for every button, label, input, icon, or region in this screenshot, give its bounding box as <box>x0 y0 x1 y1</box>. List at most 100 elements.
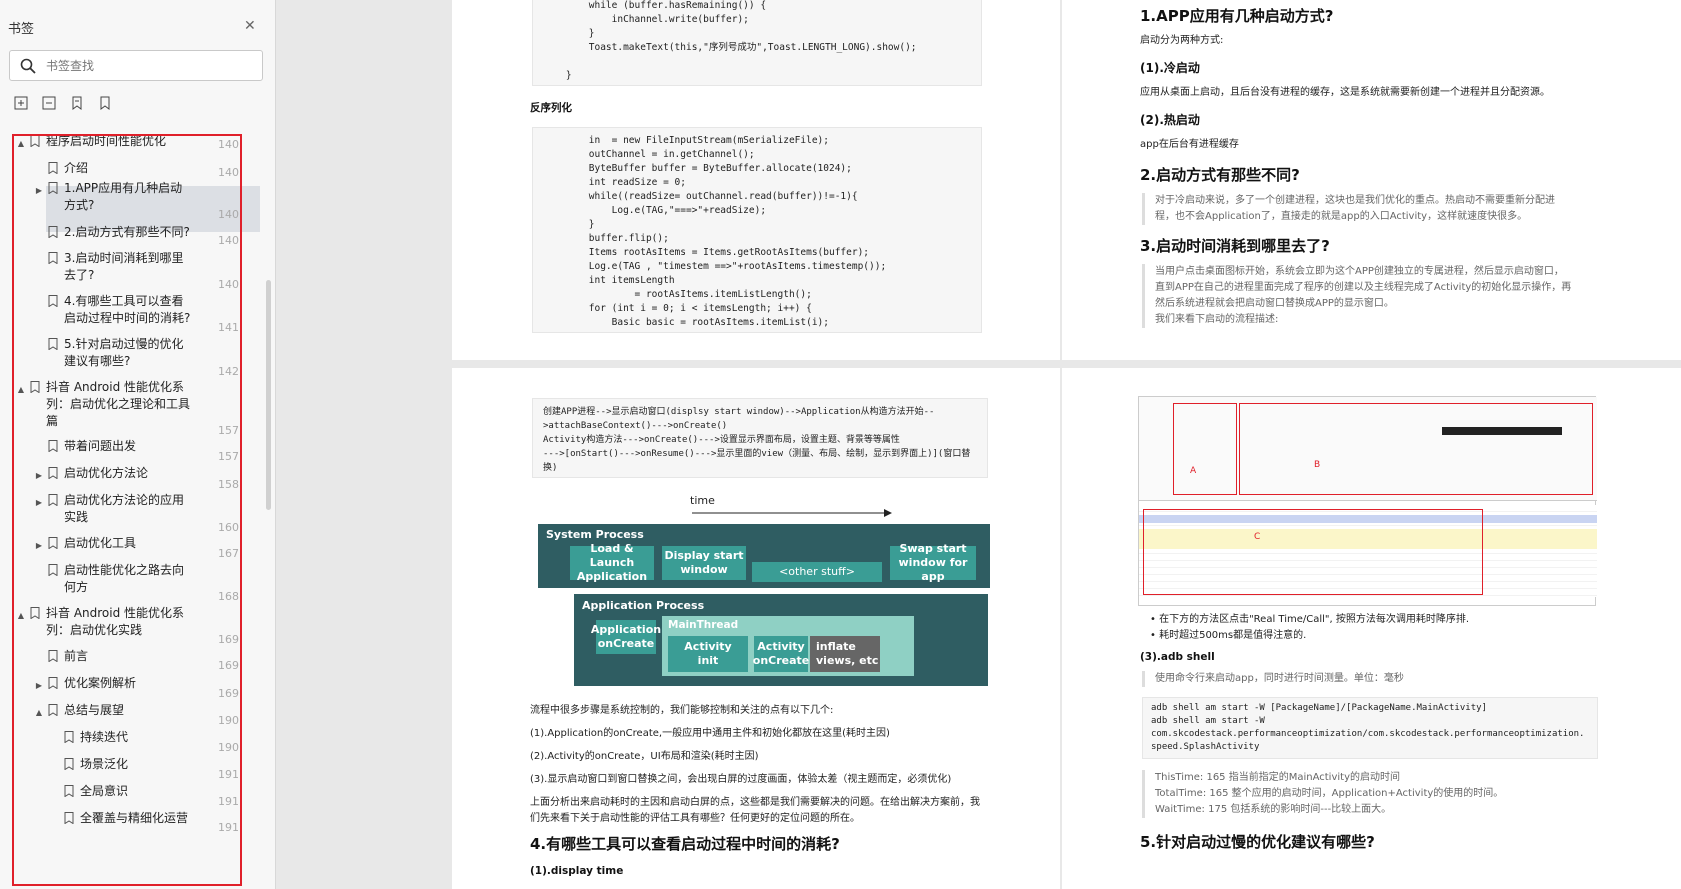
bookmark-item-label: 启动优化工具 <box>64 536 137 550</box>
heading-tools: 4.有哪些工具可以查看启动过程中时间的消耗? <box>530 835 840 853</box>
code-block-adb: adb shell am start -W [PackageName]/[Pac… <box>1142 697 1598 759</box>
application-process-block: Application Process Application onCreate… <box>574 594 988 686</box>
bookmark-page-number: 191 <box>218 768 239 781</box>
bookmark-item-icon <box>48 338 58 350</box>
bookmark-page-number: 140 <box>218 234 239 247</box>
bookmark-page-number: 140 <box>218 166 239 179</box>
label-c: C <box>1254 532 1261 542</box>
load-launch-box: Load & Launch Application <box>570 542 654 583</box>
heading-hot-start: (2).热启动 <box>1140 113 1200 127</box>
code-block-serialize: while (buffer.hasRemaining()) { inChanne… <box>532 0 982 86</box>
profiler-red-box-b: B <box>1239 403 1593 495</box>
collapse-arrow-icon[interactable]: ▲ <box>16 607 26 624</box>
bookmark-item-icon <box>30 381 40 393</box>
heading-differences: 2.启动方式有那些不同? <box>1140 166 1300 184</box>
activity-oncreate-box: Activity onCreate <box>753 636 809 672</box>
bookmark-page-number: 169 <box>218 687 239 700</box>
bullet-500ms: • 耗时超过500ms都是值得注意的. <box>1150 630 1307 641</box>
bookmark-page-number: 140 <box>218 278 239 291</box>
text-hot-start: app在后台有进程缓存 <box>1140 139 1239 150</box>
bookmark-item-icon <box>64 812 74 824</box>
text-point-application: (1).Application的onCreate,一般应用中通用主件和初始化都放… <box>530 728 890 739</box>
code-block-launch-flow: 创建APP进程-->显示启动窗口(displsy start window)--… <box>532 398 988 478</box>
bookmark-toolbar <box>14 96 112 110</box>
bookmark-item[interactable]: ▶ 1.APP应用有几种启动方式? <box>34 180 194 214</box>
profiler-method-table: C <box>1139 505 1597 597</box>
bookmark-item-icon <box>64 731 74 743</box>
bookmark-page-number: 190 <box>218 714 239 727</box>
pdf-page-4: A B C • 在下方的方法区点击"Real Time/Call", 按照方法每… <box>1062 368 1681 889</box>
bullet-real-time: • 在下方的方法区点击"Real Time/Call", 按照方法每次调用耗时降… <box>1150 614 1470 625</box>
heading-display-time: (1).display time <box>530 865 624 877</box>
text-control-points: 流程中很多步骤是系统控制的，我们能够控制和关注的点有以下几个: <box>530 705 834 716</box>
expand-arrow-icon[interactable]: ▶ <box>34 537 44 554</box>
bookmark-item[interactable]: ▲ 抖音 Android 性能优化系列：启动优化实践 <box>16 605 196 639</box>
quote-total-time: TotalTime: 165 整个应用的启动时间，Application+Act… <box>1142 786 1572 802</box>
bookmark-item[interactable]: 介绍 <box>34 160 234 177</box>
bookmark-item[interactable]: ▲ 程序启动时间性能优化 <box>16 133 216 152</box>
bookmark-search[interactable] <box>9 50 263 81</box>
bookmark-item-label: 2.启动方式有那些不同? <box>64 225 190 239</box>
profiler-red-box-a: A <box>1173 403 1237 495</box>
bookmark-item[interactable]: 启动性能优化之路去向何方 <box>34 562 194 596</box>
bookmark-item[interactable]: ▲ 抖音 Android 性能优化系列：启动优化之理论和工具篇 <box>16 379 196 430</box>
bookmark-item[interactable]: 5.针对启动过慢的优化建议有哪些? <box>34 336 194 370</box>
bookmark-icon[interactable] <box>98 96 112 110</box>
profiler-screenshot: A B C <box>1138 396 1597 606</box>
bookmark-item-label: 5.针对启动过慢的优化建议有哪些? <box>64 337 184 368</box>
collapse-arrow-icon[interactable]: ▲ <box>16 381 26 398</box>
expand-arrow-icon[interactable]: ▶ <box>34 677 44 694</box>
bookmark-item-label: 程序启动时间性能优化 <box>46 134 167 148</box>
bookmark-page-number: 168 <box>218 590 239 603</box>
bookmark-item-label: 启动优化方法论 <box>64 466 149 480</box>
bookmark-page-number: 142 <box>218 365 239 378</box>
bookmark-item[interactable]: 4.有哪些工具可以查看启动过程中时间的消耗? <box>34 293 194 327</box>
bookmark-item[interactable]: 2.启动方式有那些不同? <box>34 224 234 241</box>
expand-arrow-icon[interactable]: ▶ <box>34 467 44 484</box>
quote-wait-time: WaitTime: 175 包括系统的影响时间---比较上面大。 <box>1142 802 1572 818</box>
bookmark-item-label: 启动优化方法论的应用实践 <box>64 493 185 524</box>
expand-arrow-icon[interactable]: ▶ <box>34 494 44 511</box>
text-point-activity: (2).Activity的onCreate，UI布局和渲染(耗时主因) <box>530 751 759 762</box>
search-input[interactable] <box>46 58 246 73</box>
bookmark-item-icon <box>48 494 58 506</box>
collapse-arrow-icon[interactable]: ▲ <box>34 704 44 721</box>
bookmark-item[interactable]: 3.启动时间消耗到哪里去了? <box>34 250 194 284</box>
display-start-box: Display start window <box>662 546 746 580</box>
bullet-500ms-text: 耗时超过500ms都是值得注意的. <box>1159 630 1307 641</box>
bookmark-page-number: 157 <box>218 424 239 437</box>
bookmark-item-label: 抖音 Android 性能优化系列：启动优化之理论和工具篇 <box>46 380 191 428</box>
bookmark-page-number: 141 <box>218 321 239 334</box>
add-bookmark-icon[interactable] <box>70 96 84 110</box>
collapse-all-icon[interactable] <box>42 96 56 110</box>
system-process-label: System Process <box>546 528 644 541</box>
bookmark-page-number: 169 <box>218 659 239 672</box>
close-icon[interactable]: ✕ <box>244 18 256 34</box>
bullet-real-time-text: 在下方的方法区点击"Real Time/Call", 按照方法每次调用耗时降序排… <box>1159 614 1470 625</box>
bookmark-item-label: 带着问题出发 <box>64 439 137 453</box>
bookmark-item[interactable]: ▶ 优化案例解析 <box>34 675 234 694</box>
collapse-arrow-icon[interactable]: ▲ <box>16 135 26 152</box>
bookmark-item-label: 优化案例解析 <box>64 676 137 690</box>
quote-flow-intro: 我们来看下启动的流程描述: <box>1142 312 1572 328</box>
app-oncreate-box: Application onCreate <box>591 620 661 654</box>
bookmark-item[interactable]: ▶ 启动优化工具 <box>34 535 234 554</box>
scrollbar-thumb[interactable] <box>266 280 271 510</box>
pdf-page-3: 创建APP进程-->显示启动窗口(displsy start window)--… <box>452 368 1060 889</box>
bookmark-item[interactable]: 带着问题出发 <box>34 438 234 455</box>
heading-launch-modes: 1.APP应用有几种启动方式? <box>1140 7 1334 25</box>
other-stuff-box: <other stuff> <box>752 562 882 582</box>
expand-arrow-icon[interactable]: ▶ <box>34 182 44 199</box>
quote-adb: 使用命令行来启动app，同时进行时间测量。单位：毫秒 <box>1142 671 1572 687</box>
bookmark-item[interactable]: ▲ 总结与展望 <box>34 702 234 721</box>
bookmark-item-label: 介绍 <box>64 161 89 175</box>
bookmark-item-label: 抖音 Android 性能优化系列：启动优化实践 <box>46 606 185 637</box>
bookmark-item[interactable]: ▶ 启动优化方法论 <box>34 465 234 484</box>
bookmark-page-number: 157 <box>218 450 239 463</box>
bookmark-item[interactable]: ▶ 启动优化方法论的应用实践 <box>34 492 194 526</box>
bookmark-item-icon <box>30 135 40 147</box>
profiler-track <box>1442 427 1562 435</box>
expand-all-icon[interactable] <box>14 96 28 110</box>
quote-this-time: ThisTime: 165 指当前指定的MainActivity的启动时间 <box>1142 770 1572 786</box>
bookmark-item[interactable]: 前言 <box>34 648 234 665</box>
